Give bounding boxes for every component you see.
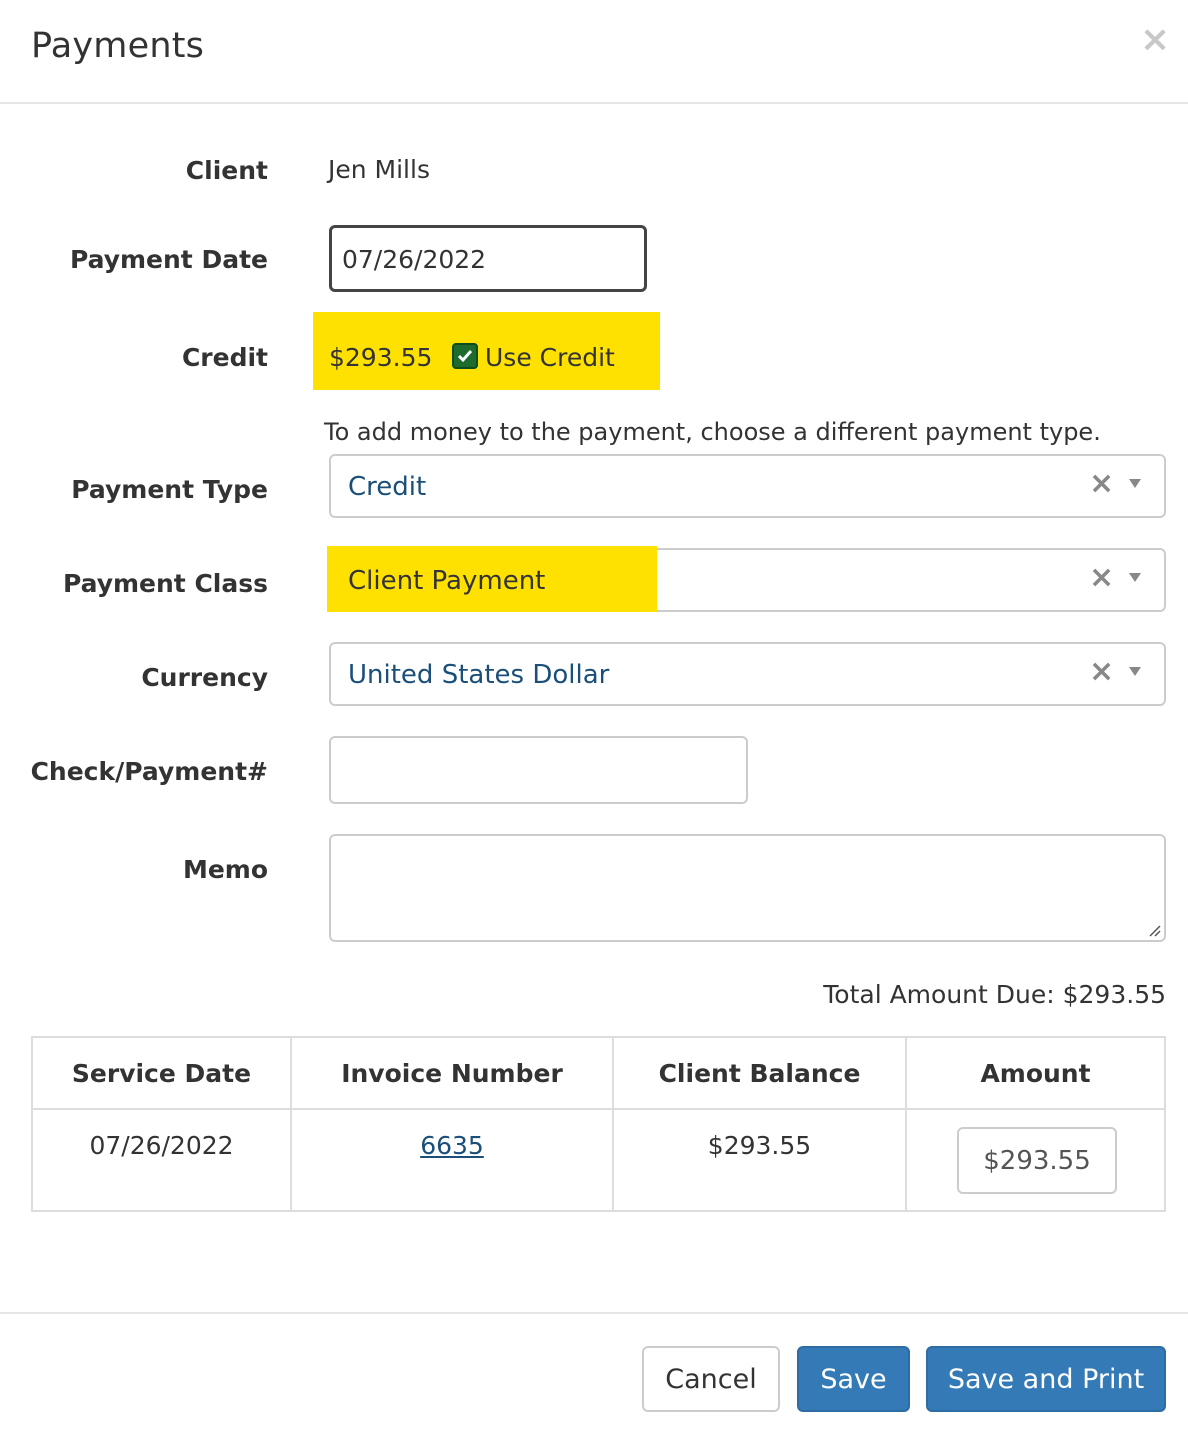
header-invoice-number: Invoice Number: [292, 1038, 614, 1108]
invoice-table: Service Date Invoice Number Client Balan…: [31, 1036, 1166, 1212]
client-value: Jen Mills: [328, 155, 430, 184]
cell-invoice-number: 6635: [292, 1110, 614, 1210]
payment-type-select[interactable]: Credit ×: [329, 454, 1166, 518]
payment-type-chevron-down-icon[interactable]: [1129, 479, 1141, 488]
modal-header: Payments ×: [0, 0, 1188, 104]
header-client-balance: Client Balance: [614, 1038, 907, 1108]
check-payment-input[interactable]: [329, 736, 748, 804]
payment-type-value: Credit: [348, 472, 427, 502]
payment-class-chevron-down-icon[interactable]: [1129, 573, 1141, 582]
use-credit-checkbox[interactable]: [452, 343, 478, 369]
cancel-button[interactable]: Cancel: [642, 1346, 780, 1412]
payment-date-value: 07/26/2022: [342, 245, 487, 274]
amount-input[interactable]: $293.55: [957, 1127, 1117, 1194]
header-service-date: Service Date: [33, 1038, 292, 1108]
memo-textarea[interactable]: [329, 834, 1166, 942]
payment-class-select[interactable]: Client Payment ×: [327, 546, 1166, 612]
cell-client-balance: $293.55: [614, 1110, 907, 1210]
credit-label: Credit: [181, 343, 268, 372]
currency-clear-icon[interactable]: ×: [1089, 654, 1114, 689]
payment-type-label: Payment Type: [71, 475, 268, 504]
currency-select[interactable]: United States Dollar ×: [329, 642, 1166, 706]
credit-amount: $293.55: [329, 343, 433, 372]
payment-hint: To add money to the payment, choose a di…: [324, 418, 1101, 446]
header-amount: Amount: [980, 1059, 1091, 1088]
payment-type-clear-icon[interactable]: ×: [1089, 466, 1114, 501]
use-credit-label[interactable]: Use Credit: [485, 343, 615, 372]
table-row: 07/26/2022 6635 $293.55 $293.55: [33, 1110, 1164, 1210]
payment-date-label: Payment Date: [69, 245, 268, 274]
cell-amount: $293.55: [907, 1110, 1164, 1210]
modal-footer: Cancel Save Save and Print: [0, 1312, 1188, 1436]
memo-label: Memo: [182, 855, 268, 884]
payments-modal: Payments × Client Jen Mills Payment Date…: [0, 0, 1188, 1436]
modal-title: Payments: [31, 26, 205, 66]
checkmark-icon: [457, 350, 473, 363]
save-button[interactable]: Save: [797, 1346, 910, 1412]
close-icon[interactable]: ×: [1140, 22, 1170, 58]
client-label: Client: [185, 156, 268, 185]
payment-class-label: Payment Class: [62, 569, 268, 598]
payment-class-clear-icon[interactable]: ×: [1089, 560, 1114, 595]
currency-value: United States Dollar: [348, 660, 610, 690]
payment-date-input[interactable]: 07/26/2022: [329, 225, 647, 292]
invoice-link[interactable]: 6635: [420, 1131, 484, 1160]
cell-service-date: 07/26/2022: [33, 1110, 292, 1210]
table-header-row: Service Date Invoice Number Client Balan…: [33, 1038, 1164, 1110]
total-amount-due: Total Amount Due: $293.55: [823, 980, 1166, 1009]
payment-class-value: Client Payment: [348, 566, 546, 596]
currency-chevron-down-icon[interactable]: [1129, 667, 1141, 676]
save-and-print-button[interactable]: Save and Print: [926, 1346, 1166, 1412]
currency-label: Currency: [141, 663, 268, 692]
resize-grip-icon[interactable]: [1147, 923, 1161, 937]
check-payment-label: Check/Payment#: [30, 757, 268, 786]
